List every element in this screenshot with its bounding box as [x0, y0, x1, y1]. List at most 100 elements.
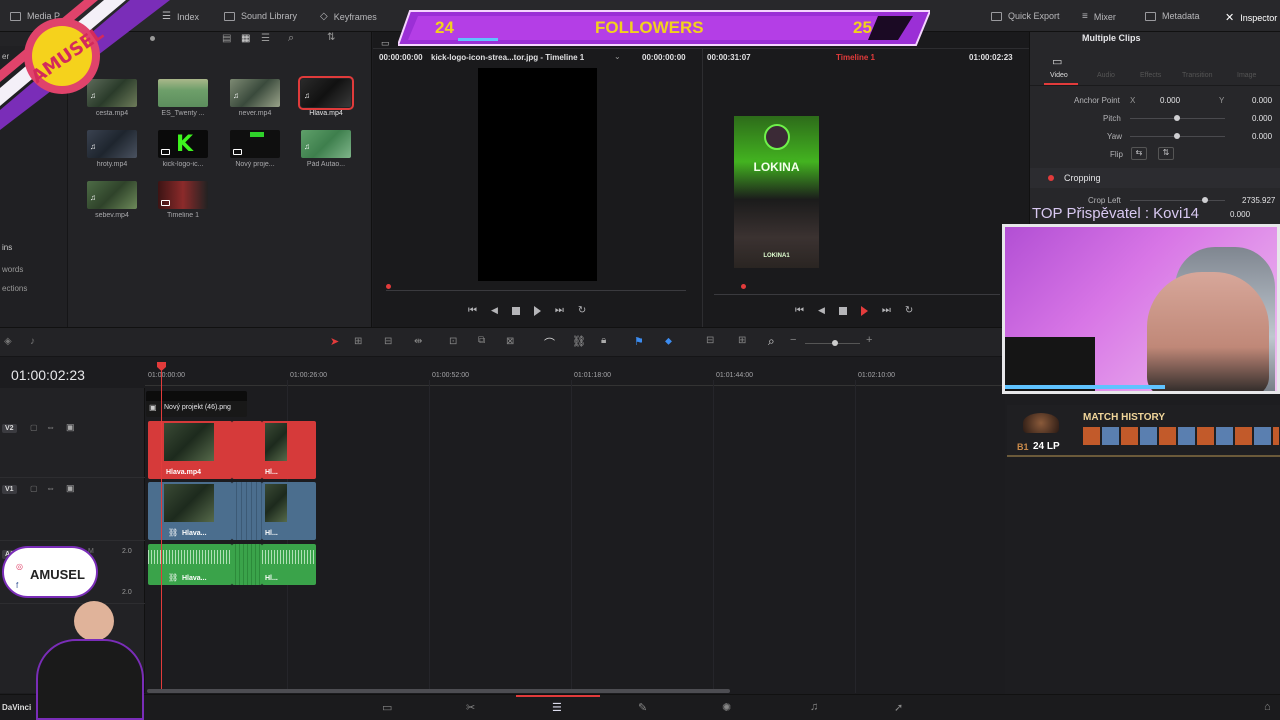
color-page-icon[interactable]: ✺ — [722, 701, 731, 714]
zoom-in-icon[interactable]: + — [866, 334, 872, 346]
quick-export-button[interactable]: Quick Export — [991, 11, 1060, 21]
source-viewer-frame[interactable] — [478, 68, 597, 281]
pitch-field[interactable]: 0.000 — [1252, 114, 1272, 123]
track-header-v2[interactable]: V2 ▢ ⇔ ▣ — [0, 418, 145, 478]
video-clip[interactable]: Hl... — [262, 421, 316, 479]
play-icon[interactable] — [860, 305, 868, 316]
tab-video[interactable]: Video — [1050, 72, 1068, 79]
insert-clip-icon[interactable]: ⊡ — [449, 336, 457, 347]
timeline-playhead-line[interactable] — [161, 362, 162, 692]
media-clip[interactable]: ♫ hroty.mp4 — [82, 130, 142, 168]
media-clip[interactable]: Timeline 1 — [153, 181, 213, 219]
chevron-down-icon[interactable]: ⌄ — [614, 52, 621, 61]
search-icon[interactable]: ⌕ — [288, 32, 294, 45]
zoom-fit-icon[interactable]: ⊟ — [706, 335, 714, 346]
source-scrubber[interactable] — [386, 290, 686, 291]
play-reverse-icon[interactable]: ◀ — [818, 305, 825, 316]
tab-transition[interactable]: Transition — [1182, 72, 1212, 79]
fusion-page-icon[interactable]: ✎ — [638, 701, 647, 714]
auto-select-icon[interactable]: ⇔ — [46, 483, 55, 493]
media-clip[interactable]: ♫ never.mp4 — [225, 79, 285, 117]
zoom-out-icon[interactable]: − — [790, 334, 796, 346]
yaw-slider[interactable] — [1130, 133, 1225, 139]
replace-clip-icon[interactable]: ⊠ — [506, 336, 514, 347]
tab-effects[interactable]: Effects — [1140, 72, 1161, 79]
flip-horizontal-icon[interactable]: ⇆ — [1131, 147, 1147, 160]
media-clip[interactable]: ♫ sebev.mp4 — [82, 181, 142, 219]
pitch-slider[interactable] — [1130, 115, 1225, 121]
timeline-scrollbar[interactable] — [147, 689, 730, 693]
lock-icon[interactable]: ▢ — [30, 423, 38, 432]
loop-icon[interactable]: ↻ — [905, 305, 913, 316]
inspector-tab[interactable]: ✕ Inspector — [1225, 11, 1277, 24]
video-clip[interactable] — [232, 421, 262, 479]
selection-tool-icon[interactable]: ➤ — [330, 335, 339, 348]
cut-page-icon[interactable]: ✂ — [466, 701, 475, 714]
video-clip[interactable]: Hl... — [262, 482, 316, 540]
crop-left-field[interactable]: 2735.927 — [1242, 196, 1275, 205]
dynamic-trim-icon[interactable]: ⊟ — [384, 336, 392, 347]
jump-start-icon[interactable]: ⏮ — [795, 305, 804, 316]
link-icon[interactable]: ⛓ — [572, 335, 586, 348]
audio-clip[interactable]: Hl... — [262, 544, 316, 585]
anchor-x-field[interactable]: 0.000 — [1160, 96, 1180, 105]
trim-tool-icon[interactable]: ⊞ — [354, 336, 362, 347]
audio-clip[interactable] — [232, 544, 262, 585]
source-playhead[interactable] — [386, 284, 391, 289]
sort-icon[interactable]: ☰ — [261, 33, 270, 44]
slider-knob[interactable] — [1174, 133, 1180, 139]
timeline-ruler[interactable]: 01:00:00:00 01:00:26:00 01:00:52:00 01:0… — [145, 362, 1005, 386]
timeline-viewer-frame[interactable]: LOKINA LOKINA1 — [734, 116, 819, 268]
lock-icon[interactable]: 🔒︎ — [601, 335, 606, 346]
play-reverse-icon[interactable]: ◀ — [491, 305, 498, 316]
anchor-y-field[interactable]: 0.000 — [1252, 96, 1272, 105]
marker-icon[interactable]: ⬥ — [665, 336, 672, 347]
jump-end-icon[interactable]: ⏭ — [882, 305, 891, 316]
track-visibility-icon[interactable]: ▣ — [66, 483, 75, 494]
layout-icon[interactable]: ◈ — [4, 336, 12, 347]
mixer-tab[interactable]: ≡ Mixer — [1082, 11, 1116, 22]
media-page-icon[interactable]: ▭ — [382, 701, 392, 714]
timeline-playhead[interactable] — [741, 284, 746, 289]
deliver-page-icon[interactable]: ➚ — [894, 701, 903, 714]
zoom-slider-knob[interactable] — [832, 340, 838, 346]
loop-icon[interactable]: ↻ — [578, 305, 586, 316]
sound-library-tab[interactable]: Sound Library — [224, 11, 297, 21]
smart-bins-label[interactable]: ins — [2, 243, 12, 252]
zoom-detail-icon[interactable]: ⊞ — [738, 335, 746, 346]
zoom-custom-icon[interactable]: ⌕ — [768, 334, 775, 349]
play-icon[interactable] — [533, 305, 541, 316]
lock-icon[interactable]: ▢ — [30, 484, 38, 493]
fairlight-page-icon[interactable]: ♫ — [810, 701, 818, 713]
home-icon[interactable]: ⌂ — [1264, 701, 1271, 713]
cropping-section[interactable]: Cropping — [1030, 168, 1280, 188]
tab-image[interactable]: Image — [1237, 72, 1256, 79]
edit-page-icon[interactable]: ☰ — [552, 701, 562, 714]
metadata-tab[interactable]: Metadata — [1145, 11, 1200, 21]
stop-icon[interactable] — [838, 306, 847, 315]
grid-view-icon[interactable]: ▦ — [241, 33, 250, 44]
video-clip[interactable] — [232, 482, 262, 540]
crop-left-slider[interactable] — [1130, 197, 1225, 203]
media-clip-selected[interactable]: ♫ Hlava.mp4 — [296, 76, 356, 117]
timeline-timecode[interactable]: 01:00:02:23 — [11, 367, 85, 383]
timeline-name[interactable]: Timeline 1 — [836, 53, 875, 62]
mic-icon[interactable]: ♪ — [30, 336, 35, 347]
source-clip-name[interactable]: kick-logo-icon-strea...tor.jpg - Timelin… — [431, 53, 584, 62]
flip-vertical-icon[interactable]: ⇅ — [1158, 147, 1174, 160]
yaw-field[interactable]: 0.000 — [1252, 132, 1272, 141]
jump-start-icon[interactable]: ⏮ — [468, 305, 477, 316]
blade-tool-icon[interactable]: ⇹ — [414, 336, 422, 347]
timeline-scrubber[interactable] — [714, 294, 1000, 295]
media-clip[interactable]: K kick-logo-ic... — [153, 130, 213, 168]
jump-end-icon[interactable]: ⏭ — [555, 305, 564, 316]
keyframes-tab[interactable]: ◇ Keyframes — [320, 11, 377, 22]
auto-select-icon[interactable]: ⇔ — [46, 422, 55, 432]
media-clip[interactable]: Nový proje... — [225, 130, 285, 168]
slider-knob[interactable] — [1174, 115, 1180, 121]
tab-audio[interactable]: Audio — [1097, 72, 1115, 79]
collections-item[interactable]: ections — [2, 284, 27, 293]
section-enabled-icon[interactable] — [1048, 175, 1054, 181]
flag-icon[interactable]: ⚑ — [634, 335, 644, 348]
track-header-v1[interactable]: V1 ▢ ⇔ ▣ — [0, 479, 145, 541]
